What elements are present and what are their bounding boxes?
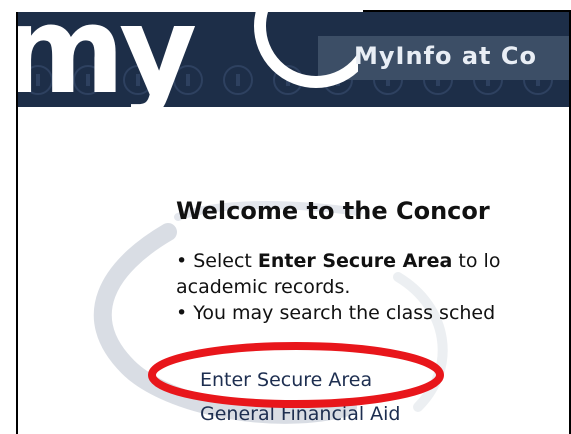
myinfo-logo: my	[18, 12, 358, 107]
instruction-item-continued: academic records.	[176, 276, 351, 298]
header-banner: my MyInfo at Co	[18, 12, 569, 107]
instructions-list: • Select Enter Secure Area to lo academi…	[176, 248, 500, 326]
banner-title: MyInfo at Co	[354, 42, 537, 70]
instruction-item: • Select Enter Secure Area to lo	[176, 250, 501, 272]
red-highlight-ellipse	[148, 342, 444, 408]
instruction-item: • You may search the class sched	[176, 302, 496, 324]
secure-area-emphasis: Enter Secure Area	[257, 250, 453, 272]
main-content: Welcome to the Concor • Select Enter Sec…	[18, 107, 569, 434]
logo-text: my	[18, 12, 196, 107]
welcome-heading: Welcome to the Concor	[176, 197, 490, 225]
